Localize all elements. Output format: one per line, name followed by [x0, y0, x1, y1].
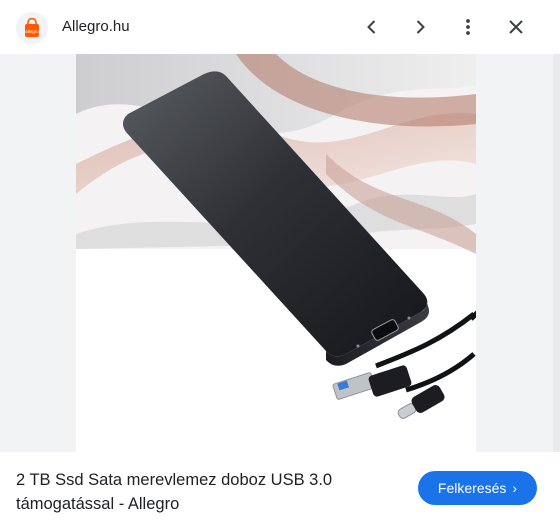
close-icon [509, 20, 523, 34]
image-viewer [0, 54, 553, 452]
chevron-left-icon [367, 20, 376, 34]
chevron-right-icon [416, 20, 425, 34]
svg-text:allegro: allegro [25, 29, 39, 34]
visit-button[interactable]: Felkeresés › [418, 471, 537, 505]
site-name[interactable]: Allegro.hu [62, 18, 130, 35]
visit-button-label: Felkeresés [437, 480, 507, 496]
viewer-header: allegro Allegro.hu [0, 0, 560, 54]
scrollbar[interactable] [553, 54, 560, 452]
close-button[interactable] [500, 11, 532, 43]
next-button[interactable] [404, 11, 436, 43]
product-image[interactable] [76, 54, 476, 452]
image-caption[interactable]: 2 TB Ssd Sata merevlemez doboz USB 3.0 t… [16, 468, 396, 516]
previous-button[interactable] [356, 11, 388, 43]
more-options-button[interactable] [452, 11, 484, 43]
allegro-logo-icon: allegro [16, 12, 48, 44]
chevron-right-icon: › [512, 480, 518, 496]
more-vertical-icon [466, 19, 470, 35]
ssd-enclosure-illustration [76, 54, 476, 419]
